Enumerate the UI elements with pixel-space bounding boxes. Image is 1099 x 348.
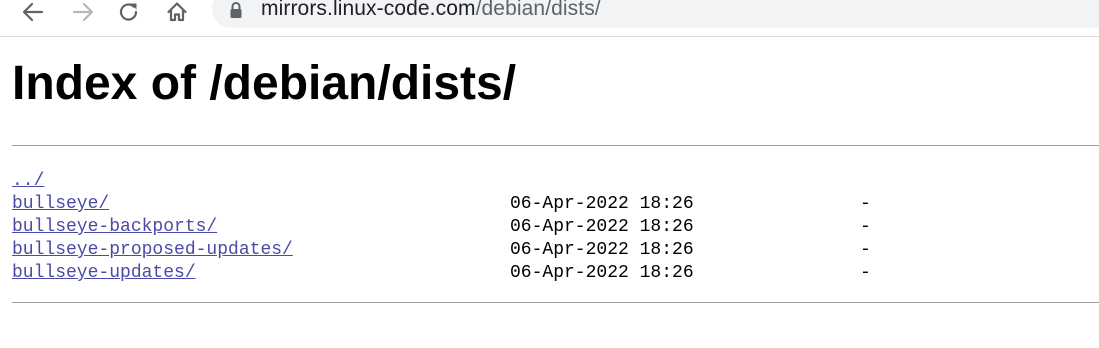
directory-link[interactable]: bullseye-proposed-updates/ xyxy=(12,239,293,262)
home-button[interactable] xyxy=(162,0,192,24)
page-title: Index of /debian/dists/ xyxy=(12,57,517,110)
file-size: - xyxy=(860,194,871,214)
directory-link[interactable]: bullseye/ xyxy=(12,193,109,216)
url-host: mirrors.linux-code.com xyxy=(261,0,476,20)
reload-button[interactable] xyxy=(114,0,144,24)
directory-link[interactable]: bullseye-backports/ xyxy=(12,216,217,239)
browser-toolbar: mirrors.linux-code.com/debian/dists/ xyxy=(0,0,1099,37)
top-divider xyxy=(12,145,1099,146)
arrow-right-icon xyxy=(72,2,94,22)
modified-date: 06-Apr-2022 18:26 xyxy=(510,240,694,260)
forward-button[interactable] xyxy=(68,0,98,24)
reload-icon xyxy=(118,1,140,23)
file-size: - xyxy=(860,263,871,283)
arrow-left-icon xyxy=(22,2,44,22)
bottom-divider xyxy=(12,302,1099,303)
back-button[interactable] xyxy=(18,0,48,24)
url-path: /debian/dists/ xyxy=(475,0,601,20)
file-size: - xyxy=(860,240,871,260)
url-text[interactable]: mirrors.linux-code.com/debian/dists/ xyxy=(261,0,601,23)
parent-directory-link[interactable]: ../ xyxy=(12,170,44,193)
file-size: - xyxy=(860,217,871,237)
modified-date: 06-Apr-2022 18:26 xyxy=(510,194,694,214)
directory-link[interactable]: bullseye-updates/ xyxy=(12,262,196,285)
modified-date: 06-Apr-2022 18:26 xyxy=(510,263,694,283)
home-icon xyxy=(166,1,188,23)
lock-icon[interactable] xyxy=(228,1,244,19)
modified-date: 06-Apr-2022 18:26 xyxy=(510,217,694,237)
